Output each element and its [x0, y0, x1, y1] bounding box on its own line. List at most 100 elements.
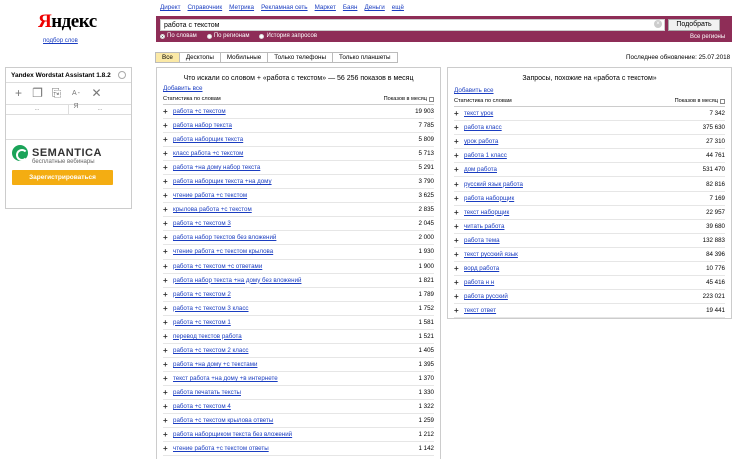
plus-icon[interactable]: +: [454, 109, 464, 118]
keyword-link[interactable]: работа +с текстом 2 класс: [173, 347, 384, 354]
plus-icon[interactable]: +: [163, 149, 173, 158]
keyword-link[interactable]: работа наборщик текста +на дому: [173, 178, 384, 185]
plus-icon[interactable]: +: [454, 222, 464, 231]
search-mode-option[interactable]: По словам: [160, 33, 197, 39]
plus-icon[interactable]: +: [163, 444, 173, 453]
keyword-link[interactable]: работа +на дому набор текста: [173, 164, 384, 171]
all-regions-link[interactable]: Все регионы: [690, 34, 725, 40]
right-add-all-link[interactable]: Добавить все: [454, 87, 731, 94]
keyword-link[interactable]: чтение работа +с текстом: [173, 192, 384, 199]
tab-device[interactable]: Только планшеты: [332, 52, 398, 63]
plus-icon[interactable]: +: [163, 219, 173, 228]
keyword-link[interactable]: работа +с текстом +с ответами: [173, 263, 384, 270]
plus-icon[interactable]: +: [454, 123, 464, 132]
sidebar-col-b[interactable]: ...: [69, 105, 131, 114]
close-icon[interactable]: ✕: [90, 87, 103, 100]
plus-icon[interactable]: +: [454, 292, 464, 301]
keyword-link[interactable]: работа +с текстом 3: [173, 220, 384, 227]
nav-link[interactable]: Маркет: [315, 4, 336, 11]
plus-icon[interactable]: +: [12, 87, 25, 100]
nav-link[interactable]: ещё: [392, 4, 404, 11]
keyword-link[interactable]: работа 1 класс: [464, 152, 675, 159]
keyword-link[interactable]: читать работа: [464, 223, 675, 230]
radio-icon[interactable]: [160, 33, 165, 39]
keyword-link[interactable]: класс работа +с текстом: [173, 150, 384, 157]
nav-link[interactable]: Деньги: [364, 4, 384, 11]
keyword-link[interactable]: работа +с текстом 2: [173, 291, 384, 298]
sidebar-col-a[interactable]: ...: [6, 105, 69, 114]
search-mode-option[interactable]: По регионам: [206, 33, 249, 39]
keyword-link[interactable]: перевод текстов работа: [173, 333, 384, 340]
search-button[interactable]: Подобрать: [668, 19, 720, 31]
keyword-link[interactable]: текст работа +на дому +в интернете: [173, 375, 384, 382]
export-icon[interactable]: [429, 96, 434, 102]
nav-link[interactable]: Баян: [343, 4, 358, 11]
plus-icon[interactable]: +: [454, 180, 464, 189]
plus-icon[interactable]: +: [163, 107, 173, 116]
keyword-link[interactable]: работа набор текстов без вложений: [173, 234, 384, 241]
keyword-link[interactable]: текст урок: [464, 110, 675, 117]
keyword-link[interactable]: текст наборщик: [464, 209, 675, 216]
plus-icon[interactable]: +: [163, 416, 173, 425]
nav-link[interactable]: Справочник: [188, 4, 223, 11]
plus-icon[interactable]: +: [163, 332, 173, 341]
plus-icon[interactable]: +: [454, 165, 464, 174]
plus-icon[interactable]: +: [163, 388, 173, 397]
keyword-link[interactable]: работа печатать тексты: [173, 389, 384, 396]
plus-icon[interactable]: +: [454, 194, 464, 203]
plus-icon[interactable]: +: [163, 262, 173, 271]
search-mode-option[interactable]: История запросов: [259, 33, 317, 39]
register-button[interactable]: Зарегистрироваться: [12, 170, 113, 185]
plus-icon[interactable]: +: [454, 137, 464, 146]
plus-icon[interactable]: +: [163, 233, 173, 242]
radio-icon[interactable]: [259, 33, 265, 39]
keyword-link[interactable]: работа набор текста: [173, 122, 384, 129]
tab-device[interactable]: Десктопы: [179, 52, 221, 63]
nav-link[interactable]: Метрика: [229, 4, 254, 11]
plus-icon[interactable]: +: [454, 236, 464, 245]
plus-icon[interactable]: +: [163, 402, 173, 411]
semantica-promo[interactable]: SEMANTICA: [6, 140, 131, 161]
keyword-link[interactable]: урок работа: [464, 138, 675, 145]
keyword-link[interactable]: текст русский язык: [464, 251, 675, 258]
tab-device[interactable]: Мобильные: [220, 52, 269, 63]
left-add-all-link[interactable]: Добавить все: [163, 85, 440, 92]
keyword-link[interactable]: работа +с текстом: [173, 108, 384, 115]
tab-device[interactable]: Только телефоны: [268, 52, 333, 63]
nav-link[interactable]: Директ: [160, 4, 181, 11]
radio-icon[interactable]: [206, 33, 212, 39]
keyword-link[interactable]: работа наборщик текста: [173, 136, 384, 143]
plus-icon[interactable]: +: [163, 135, 173, 144]
keyword-link[interactable]: чтение работа +с текстом ответы: [173, 445, 384, 452]
plus-icon[interactable]: +: [163, 304, 173, 313]
plus-icon[interactable]: +: [163, 247, 173, 256]
keyword-link[interactable]: работа набор текста +на дому без вложени…: [173, 277, 384, 284]
export-icon[interactable]: [720, 98, 725, 104]
nav-link[interactable]: Рекламная сеть: [261, 4, 308, 11]
plus-icon[interactable]: +: [163, 318, 173, 327]
plus-icon[interactable]: +: [454, 306, 464, 315]
plus-icon[interactable]: +: [454, 250, 464, 259]
keyword-link[interactable]: работа +на дому +с текстами: [173, 361, 384, 368]
gear-icon[interactable]: [118, 71, 126, 79]
plus-icon[interactable]: +: [163, 163, 173, 172]
keyword-link[interactable]: чтение работа +с текстом крылова: [173, 248, 384, 255]
keyword-link[interactable]: дом работа: [464, 166, 675, 173]
keyword-link[interactable]: работа н н: [464, 279, 675, 286]
plus-icon[interactable]: +: [163, 177, 173, 186]
plus-icon[interactable]: +: [163, 430, 173, 439]
keyword-link[interactable]: работа +с текстом 3 класс: [173, 305, 384, 312]
plus-icon[interactable]: +: [163, 346, 173, 355]
yandex-logo[interactable]: Яндекс: [38, 11, 97, 33]
keyword-link[interactable]: русский язык работа: [464, 181, 675, 188]
copy-icon[interactable]: ❐: [31, 87, 44, 100]
search-input[interactable]: работа с текстом: [160, 19, 665, 31]
tab-device[interactable]: Все: [155, 52, 180, 63]
keyword-link[interactable]: работа +с текстом крылова ответы: [173, 417, 384, 424]
plus-icon[interactable]: +: [454, 151, 464, 160]
plus-icon[interactable]: +: [163, 360, 173, 369]
keyword-link[interactable]: работа класс: [464, 124, 675, 131]
keyword-link[interactable]: крылова работа +с текстом: [173, 206, 384, 213]
keyword-link[interactable]: работа +с текстом 1: [173, 319, 384, 326]
keyword-link[interactable]: работа +с текстом 4: [173, 403, 384, 410]
